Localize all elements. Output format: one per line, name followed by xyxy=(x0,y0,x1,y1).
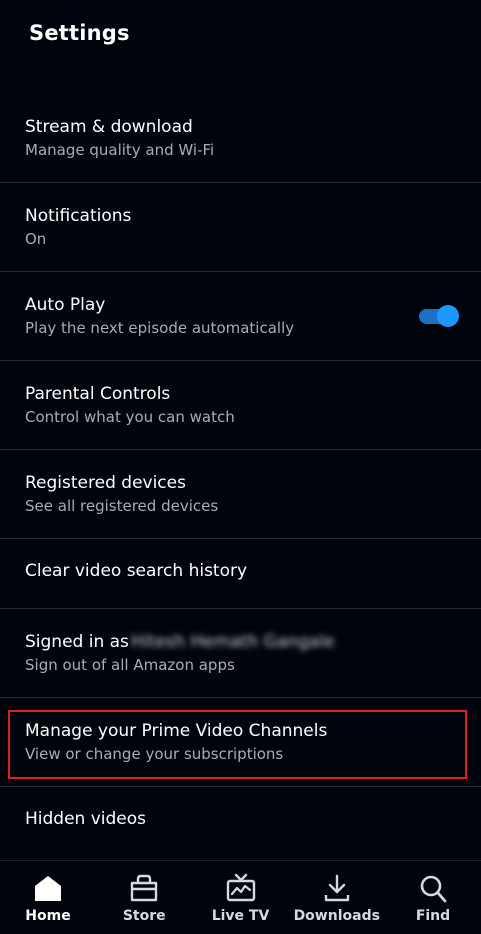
setting-registered-devices[interactable]: Registered devices See all registered de… xyxy=(0,450,481,539)
setting-stream-download[interactable]: Stream & download Manage quality and Wi-… xyxy=(0,94,481,183)
nav-store[interactable]: Store xyxy=(100,861,188,934)
downloads-icon xyxy=(324,874,349,902)
setting-label: Parental Controls xyxy=(25,384,171,404)
signed-in-label: Signed in as xyxy=(25,632,129,652)
nav-label: Store xyxy=(122,908,166,924)
auto-play-toggle[interactable] xyxy=(419,305,459,327)
setting-sublabel: Control what you can watch xyxy=(25,408,235,426)
store-icon xyxy=(131,874,158,902)
setting-label: Registered devices xyxy=(25,473,186,493)
nav-home[interactable]: Home xyxy=(4,861,92,934)
setting-sublabel: On xyxy=(25,230,47,248)
page-title: Settings xyxy=(29,21,130,45)
setting-label: Notifications xyxy=(25,206,132,226)
nav-find[interactable]: Find xyxy=(389,861,477,934)
header: Settings xyxy=(0,0,481,72)
bottom-nav: Home Store Live TV Downloads Find xyxy=(0,860,481,933)
live-tv-icon xyxy=(226,873,255,902)
setting-label: Signed in as Hitesh Hemath Gangale xyxy=(25,632,334,652)
redacted-account-name: Hitesh Hemath Gangale xyxy=(130,632,335,652)
nav-label: Downloads xyxy=(293,908,380,924)
setting-label: Stream & download xyxy=(25,117,193,137)
setting-notifications[interactable]: Notifications On xyxy=(0,183,481,272)
setting-label: Hidden videos xyxy=(25,809,147,829)
setting-label: Manage your Prime Video Channels xyxy=(25,721,328,741)
nav-downloads[interactable]: Downloads xyxy=(293,861,381,934)
setting-signed-in[interactable]: Signed in as Hitesh Hemath Gangale Sign o… xyxy=(0,609,481,698)
nav-label: Live TV xyxy=(211,908,270,924)
setting-label: Clear video search history xyxy=(25,561,248,581)
setting-sublabel: Play the next episode automatically xyxy=(25,319,295,337)
setting-hidden-videos[interactable]: Hidden videos xyxy=(0,787,481,857)
search-icon xyxy=(420,875,447,903)
setting-parental-controls[interactable]: Parental Controls Control what you can w… xyxy=(0,361,481,450)
setting-sublabel: View or change your subscriptions xyxy=(25,745,284,763)
setting-prime-video-channels[interactable]: Manage your Prime Video Channels View or… xyxy=(0,698,481,787)
setting-label: Auto Play xyxy=(25,295,106,315)
setting-sublabel: Sign out of all Amazon apps xyxy=(25,656,235,674)
nav-live-tv[interactable]: Live TV xyxy=(197,861,285,934)
setting-sublabel: Manage quality and Wi-Fi xyxy=(25,141,215,159)
setting-auto-play: Auto Play Play the next episode automati… xyxy=(0,272,481,361)
home-icon xyxy=(35,876,61,901)
settings-list: Stream & download Manage quality and Wi-… xyxy=(0,94,481,857)
nav-label: Home xyxy=(25,908,71,924)
setting-clear-search-history[interactable]: Clear video search history xyxy=(0,539,481,609)
toggle-knob xyxy=(437,305,459,327)
setting-sublabel: See all registered devices xyxy=(25,497,219,515)
nav-label: Find xyxy=(415,908,451,924)
